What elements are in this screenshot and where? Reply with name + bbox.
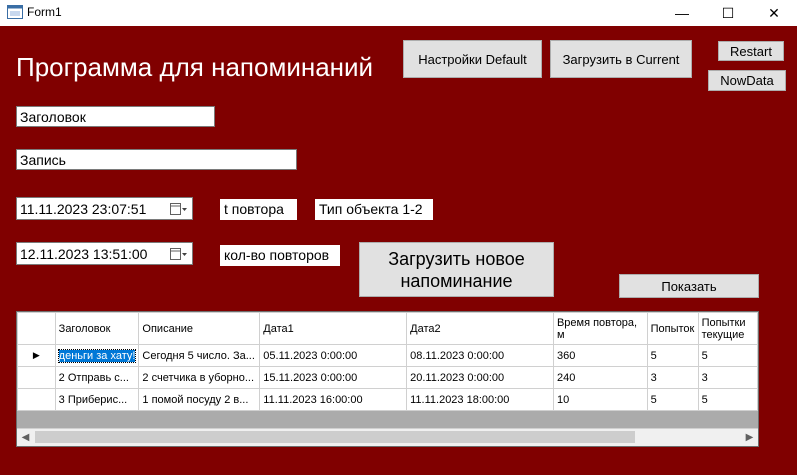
minimize-icon: —	[675, 5, 689, 21]
maximize-icon: ☐	[721, 4, 735, 21]
calendar-dropdown-icon[interactable]	[170, 203, 188, 216]
column-header[interactable]: Заголовок	[54, 312, 140, 345]
date1-value: 11.11.2023 23:07:51	[20, 201, 147, 217]
column-header[interactable]: Описание	[138, 312, 261, 345]
table-cell[interactable]: 11.11.2023 18:00:00	[406, 388, 554, 411]
scrollbar-thumb[interactable]	[35, 431, 635, 443]
date1-picker[interactable]: 11.11.2023 23:07:51	[16, 197, 193, 220]
window-title: Form1	[27, 5, 62, 19]
table-cell[interactable]: 15.11.2023 0:00:00	[259, 366, 408, 389]
settings-default-button[interactable]: Настройки Default	[403, 40, 542, 78]
column-header[interactable]: Попытки текущие	[697, 312, 758, 345]
table-row[interactable]: ▶ деньги за хату! Сегодня 5 число. За...…	[17, 344, 758, 367]
table-cell[interactable]: 2 Отправь с...	[54, 366, 140, 389]
row-header[interactable]	[17, 388, 56, 411]
table-cell[interactable]: 11.11.2023 16:00:00	[259, 388, 408, 411]
table-cell[interactable]: 20.11.2023 0:00:00	[406, 366, 554, 389]
load-new-reminder-button[interactable]: Загрузить новое напоминание	[359, 242, 554, 297]
record-input[interactable]: Запись	[16, 149, 297, 170]
selected-cell-text: деньги за хату!	[57, 348, 137, 363]
close-button[interactable]: ✕	[751, 0, 797, 26]
table-cell[interactable]: 5	[646, 388, 699, 411]
repeat-count-label: кол-во повторов	[220, 245, 340, 266]
grid-corner-header	[17, 312, 56, 345]
table-cell[interactable]: 5	[697, 344, 758, 367]
table-cell[interactable]: 2 счетчика в уборно...	[138, 366, 261, 389]
date2-value: 12.11.2023 13:51:00	[20, 246, 148, 262]
row-header[interactable]	[17, 366, 56, 389]
table-cell[interactable]: 3 Приберис...	[54, 388, 140, 411]
column-header[interactable]: Дата1	[259, 312, 408, 345]
column-header[interactable]: Дата2	[406, 312, 554, 345]
table-cell[interactable]: 1 помой посуду 2 в...	[138, 388, 261, 411]
table-cell[interactable]: 05.11.2023 0:00:00	[259, 344, 408, 367]
table-cell[interactable]: 5	[697, 388, 758, 411]
title-bar: Form1 — ☐ ✕	[0, 0, 797, 26]
show-button[interactable]: Показать	[619, 274, 759, 298]
minimize-button[interactable]: —	[659, 0, 705, 26]
t-repeat-label: t повтора	[220, 199, 297, 220]
title-input[interactable]: Заголовок	[16, 106, 215, 127]
column-header[interactable]: Попыток	[646, 312, 699, 345]
grid-header-row: Заголовок Описание Дата1 Дата2 Время пов…	[17, 312, 758, 345]
object-type-label: Тип объекта 1-2	[315, 199, 433, 220]
horizontal-scrollbar[interactable]: ◀ ▶	[17, 428, 758, 446]
table-cell[interactable]: 3	[697, 366, 758, 389]
load-current-button[interactable]: Загрузить в Current	[550, 40, 692, 78]
column-header[interactable]: Время повтора, м	[552, 312, 648, 345]
maximize-button[interactable]: ☐	[705, 0, 751, 26]
current-row-arrow-icon[interactable]: ▶	[17, 344, 56, 367]
restart-button[interactable]: Restart	[718, 41, 784, 61]
table-cell[interactable]: Сегодня 5 число. За...	[138, 344, 261, 367]
close-icon: ✕	[768, 4, 780, 21]
table-cell[interactable]: деньги за хату!	[54, 344, 140, 367]
reminders-grid[interactable]: Заголовок Описание Дата1 Дата2 Время пов…	[16, 311, 759, 447]
scroll-left-icon[interactable]: ◀	[17, 429, 34, 446]
now-data-button[interactable]: NowData	[708, 70, 786, 91]
page-title: Программа для напоминаний	[16, 52, 374, 82]
table-cell[interactable]: 360	[552, 344, 648, 367]
table-cell[interactable]: 3	[646, 366, 699, 389]
scroll-right-icon[interactable]: ▶	[741, 429, 758, 446]
form-app-icon	[7, 5, 23, 19]
table-row[interactable]: 3 Приберис... 1 помой посуду 2 в... 11.1…	[17, 388, 758, 411]
calendar-dropdown-icon[interactable]	[170, 248, 188, 261]
table-cell[interactable]: 08.11.2023 0:00:00	[406, 344, 554, 367]
table-row[interactable]: 2 Отправь с... 2 счетчика в уборно... 15…	[17, 366, 758, 389]
table-cell[interactable]: 5	[646, 344, 699, 367]
date2-picker[interactable]: 12.11.2023 13:51:00	[16, 242, 193, 265]
table-cell[interactable]: 10	[552, 388, 648, 411]
table-cell[interactable]: 240	[552, 366, 648, 389]
